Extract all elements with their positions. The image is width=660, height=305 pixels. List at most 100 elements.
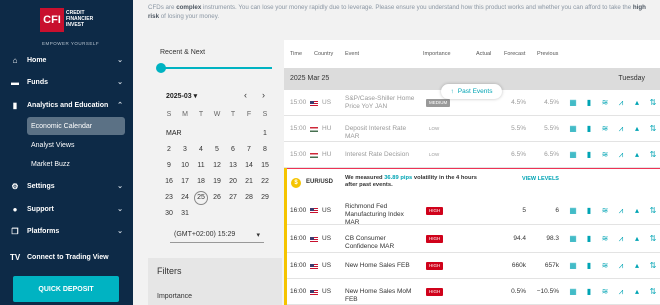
event-name[interactable]: Richmond Fed Manufacturing Index MAR [345,203,419,227]
growth-chart-icon[interactable]: ▴ [632,150,642,160]
calendar-icon[interactable]: ▦ [568,234,578,244]
calendar-icon[interactable]: ▦ [568,206,578,216]
calendar-day[interactable]: 27 [226,194,240,201]
sidebar-item-settings[interactable]: ⚙ Settings ⌄ [0,176,133,196]
sidebar-item-support[interactable]: ● Support ⌄ [0,199,133,219]
calendar-day[interactable]: 29 [258,194,272,201]
event-row[interactable]: 15:00 HU Interest Rate Decision LOW 6.5% 6.5%… [284,142,660,168]
wave-chart-icon[interactable]: ≋ [600,150,610,160]
calendar-day[interactable]: 1 [258,130,272,137]
next-month-button[interactable]: › [262,90,265,100]
event-name[interactable]: S&P/Case-Shiller Home Price YoY JAN [345,95,419,111]
calendar-icon[interactable]: ▦ [568,261,578,271]
wave-chart-icon[interactable]: ≋ [600,98,610,108]
calendar-day[interactable]: 15 [258,162,272,169]
trend-chart-icon[interactable]: ⩘ [616,124,626,134]
trend-chart-icon[interactable]: ⩘ [616,261,626,271]
sidebar-item-platforms[interactable]: ❐ Platforms ⌄ [0,221,133,241]
calendar-day[interactable]: 7 [242,146,256,153]
calendar-day[interactable]: 5 [210,146,224,153]
calendar-day[interactable]: 16 [162,178,176,185]
trend-chart-icon[interactable]: ⩘ [616,287,626,297]
wave-chart-icon[interactable]: ≋ [600,234,610,244]
event-row[interactable]: 16:00 US New Home Sales MoM FEB HIGH 0.5% −10… [284,279,660,305]
cfi-logo[interactable]: CFI CREDIT FINANCIER INVEST EMPOWER YOUR… [40,8,99,46]
importance-filter[interactable]: Importance [157,293,192,300]
bar-chart-icon[interactable]: ▮ [584,206,594,216]
growth-chart-icon[interactable]: ▴ [632,124,642,134]
sort-arrows-icon[interactable]: ⇅ [648,124,658,134]
calendar-day[interactable]: 11 [194,162,208,169]
range-slider-knob[interactable] [156,63,166,73]
sort-arrows-icon[interactable]: ⇅ [648,98,658,108]
calendar-day[interactable]: 19 [210,178,224,185]
event-name[interactable]: CB Consumer Confidence MAR [345,235,419,251]
calendar-icon[interactable]: ▦ [568,124,578,134]
calendar-day[interactable]: 12 [210,162,224,169]
sidebar-subitem-economic-calendar[interactable]: Economic Calendar [27,117,125,135]
calendar-icon[interactable]: ▦ [568,287,578,297]
calendar-day[interactable]: 2 [162,146,176,153]
calendar-day[interactable]: 4 [194,146,208,153]
range-slider-track[interactable] [160,67,272,69]
trend-chart-icon[interactable]: ⩘ [616,234,626,244]
calendar-day[interactable]: 20 [226,178,240,185]
sort-arrows-icon[interactable]: ⇅ [648,206,658,216]
sort-arrows-icon[interactable]: ⇅ [648,287,658,297]
calendar-day[interactable]: 28 [242,194,256,201]
event-row[interactable]: 15:00 HU Deposit Interest Rate MAR LOW 5.5% 5… [284,116,660,142]
sidebar-subitem-analyst-views[interactable]: Analyst Views [27,136,125,154]
trend-chart-icon[interactable]: ⩘ [616,206,626,216]
calendar-day[interactable]: 22 [258,178,272,185]
sort-arrows-icon[interactable]: ⇅ [648,261,658,271]
wave-chart-icon[interactable]: ≋ [600,287,610,297]
event-row[interactable]: 16:00 US New Home Sales FEB HIGH 660k 657k ▦ ▮ ≋… [284,253,660,279]
event-name[interactable]: Interest Rate Decision [345,151,419,159]
bar-chart-icon[interactable]: ▮ [584,287,594,297]
sort-arrows-icon[interactable]: ⇅ [648,150,658,160]
calendar-day[interactable]: 23 [162,194,176,201]
sidebar-item-funds[interactable]: ▬ Funds ⌄ [0,72,133,92]
event-row[interactable]: 16:00 US Richmond Fed Manufacturing Index … [284,196,660,227]
calendar-day[interactable]: 18 [194,178,208,185]
past-events-button[interactable]: ↑ Past Events [441,84,502,99]
calendar-icon[interactable]: ▦ [568,150,578,160]
wave-chart-icon[interactable]: ≋ [600,124,610,134]
calendar-day[interactable]: 17 [178,178,192,185]
growth-chart-icon[interactable]: ▴ [632,98,642,108]
event-name[interactable]: New Home Sales FEB [345,262,419,270]
calendar-day[interactable]: 14 [242,162,256,169]
growth-chart-icon[interactable]: ▴ [632,206,642,216]
calendar-day[interactable]: 13 [226,162,240,169]
calendar-day[interactable]: 9 [162,162,176,169]
month-selector[interactable]: 2025-03 ▾ [166,92,197,100]
quick-deposit-button[interactable]: QUICK DEPOSIT [13,276,119,302]
sidebar-item-home[interactable]: ⌂ Home ⌄ [0,50,133,70]
calendar-day[interactable]: 8 [258,146,272,153]
calendar-day[interactable]: 10 [178,162,192,169]
calendar-day[interactable]: 31 [178,210,192,217]
bar-chart-icon[interactable]: ▮ [584,124,594,134]
calendar-day[interactable]: 30 [162,210,176,217]
wave-chart-icon[interactable]: ≋ [600,206,610,216]
sidebar-item-analytics-and-education[interactable]: ▮ Analytics and Education ⌃ [0,95,133,115]
event-name[interactable]: Deposit Interest Rate MAR [345,125,419,141]
trend-chart-icon[interactable]: ⩘ [616,98,626,108]
bar-chart-icon[interactable]: ▮ [584,98,594,108]
bar-chart-icon[interactable]: ▮ [584,234,594,244]
growth-chart-icon[interactable]: ▴ [632,261,642,271]
event-row[interactable]: 16:00 US CB Consumer Confidence MAR HIGH 94.… [284,225,660,253]
timezone-select[interactable]: (GMT+02:00) 15:29 ▾ [170,227,264,243]
trend-chart-icon[interactable]: ⩘ [616,150,626,160]
bar-chart-icon[interactable]: ▮ [584,261,594,271]
sidebar-item-connect-to-trading-view[interactable]: TV Connect to Trading View [0,247,133,267]
calendar-day[interactable]: 25 [194,191,208,205]
calendar-day[interactable]: 21 [242,178,256,185]
sidebar-subitem-market-buzz[interactable]: Market Buzz [27,155,125,173]
growth-chart-icon[interactable]: ▴ [632,287,642,297]
event-name[interactable]: New Home Sales MoM FEB [345,288,419,304]
calendar-day[interactable]: 6 [226,146,240,153]
calendar-day[interactable]: 24 [178,194,192,201]
bar-chart-icon[interactable]: ▮ [584,150,594,160]
calendar-day[interactable]: 3 [178,146,192,153]
